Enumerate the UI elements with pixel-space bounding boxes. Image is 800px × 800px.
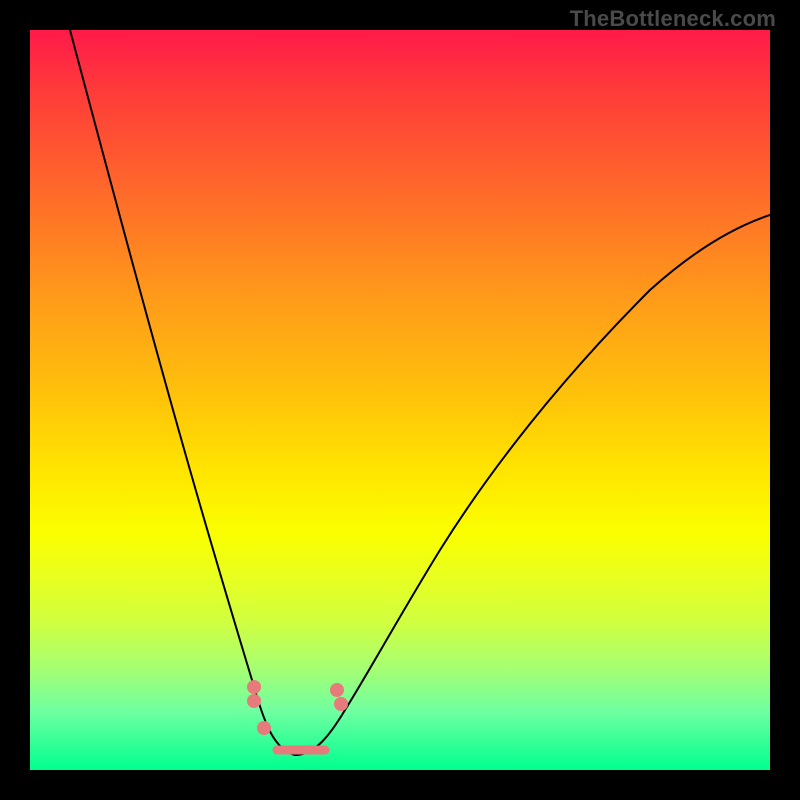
- plot-area: [30, 30, 770, 770]
- curve-svg: [30, 30, 770, 770]
- bottleneck-curve: [70, 30, 770, 755]
- marker-dots: [247, 680, 348, 735]
- chart-frame: TheBottleneck.com: [0, 0, 800, 800]
- watermark-text: TheBottleneck.com: [570, 6, 776, 32]
